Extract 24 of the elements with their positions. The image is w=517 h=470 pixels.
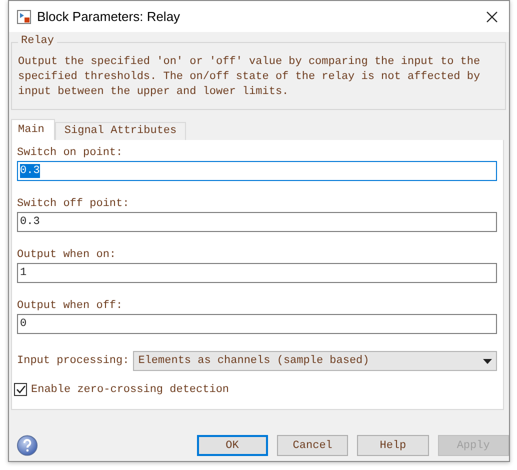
input-field[interactable]: 1 [17, 263, 497, 283]
checkbox-label: Enable zero-crossing detection [31, 384, 230, 396]
help-icon[interactable] [17, 435, 38, 456]
field-label: Output when on: [17, 249, 118, 262]
caret-icon [483, 358, 492, 364]
dialog-button[interactable]: OK [196, 435, 268, 456]
field-label: Switch on point: [17, 147, 124, 160]
field-label: Output when off: [17, 300, 124, 313]
field-label: Input processing: [17, 354, 130, 368]
dropdown[interactable]: Elements as channels (sample based) [133, 351, 497, 371]
window-title: Block Parameters: Relay [37, 9, 182, 24]
checkbox[interactable] [14, 383, 27, 396]
group-title: Relay [18, 35, 58, 47]
dialog-button[interactable]: Help [357, 435, 429, 456]
app-icon [17, 10, 31, 24]
input-field[interactable]: 0.3 [17, 161, 497, 181]
tab[interactable]: Signal Attributes [55, 122, 186, 140]
description-text: Output the specified 'on' or 'off' value by comparing the input to the specified thresholds. The on/off state of the relay is not affected by input between the upper and lower limits. [18, 55, 482, 100]
close-icon [486, 10, 498, 22]
tab[interactable]: Main [11, 119, 56, 140]
input-field[interactable]: 0.3 [17, 212, 497, 232]
dialog-button[interactable]: Cancel [276, 435, 348, 456]
input-field[interactable]: 0 [17, 314, 497, 334]
field-label: Switch off point: [17, 198, 130, 211]
